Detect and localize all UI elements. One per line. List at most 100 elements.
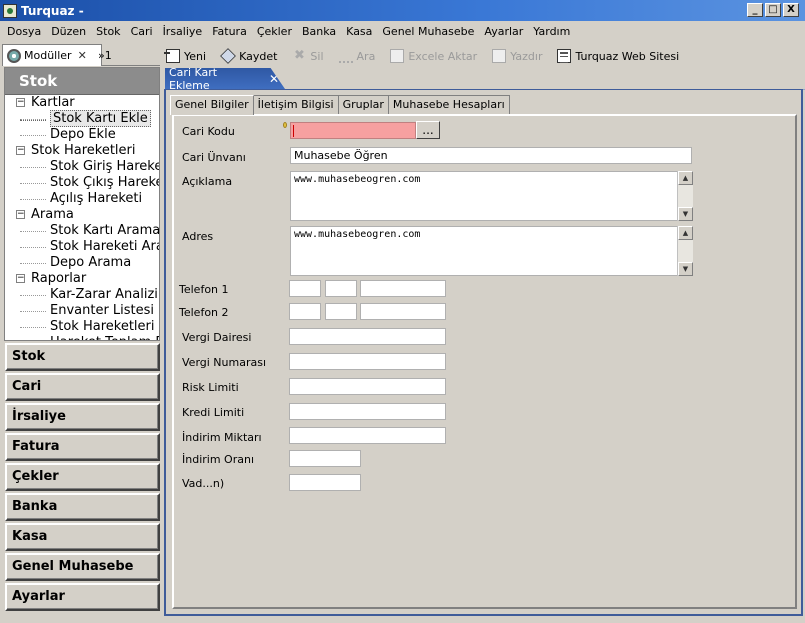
menu-cari[interactable]: Cari <box>126 25 158 38</box>
tab-genel-bilgiler[interactable]: Genel Bilgiler <box>170 95 254 115</box>
collapse-icon[interactable]: − <box>16 98 25 107</box>
adres-textarea[interactable]: www.muhasebeogren.com <box>290 226 678 276</box>
aciklama-textarea[interactable]: www.muhasebeogren.com <box>290 171 678 221</box>
risk-limiti-input[interactable] <box>289 378 446 395</box>
telefon2-country-code[interactable] <box>289 303 321 320</box>
toolbar: Yeni Kaydet ✖ Sil Ara Excele Aktar Yazdır… <box>164 44 805 68</box>
close-icon[interactable]: ✕ <box>78 49 87 62</box>
tree-group[interactable]: − Raporlar <box>5 271 159 287</box>
tree-item[interactable]: Stok Çıkış Hareketi <box>5 175 159 191</box>
collapse-icon[interactable]: − <box>16 210 25 219</box>
tree-group[interactable]: − Arama <box>5 207 159 223</box>
menu-genel-muhasebe[interactable]: Genel Muhasebe <box>377 25 479 38</box>
maximize-button[interactable]: □ <box>765 3 781 17</box>
new-button[interactable]: Yeni <box>164 49 206 63</box>
module-button[interactable]: Kasa <box>5 523 160 551</box>
menu-stok[interactable]: Stok <box>91 25 125 38</box>
cari-kodu-input[interactable] <box>290 122 416 139</box>
module-button-list: Stok Cari İrsaliye Fatura Çekler Banka Kasa Gen… <box>5 343 160 613</box>
menu-fatura[interactable]: Fatura <box>207 25 252 38</box>
module-button[interactable]: Fatura <box>5 433 160 461</box>
tab-modules[interactable]: Modüller ✕ <box>2 44 102 66</box>
editor-tab-strip: Cari Kart Ekleme ✕ <box>164 68 805 90</box>
tree-item[interactable]: Açılış Hareketi <box>5 191 159 207</box>
tree-group[interactable]: − Kartlar <box>5 95 159 111</box>
telefon1-country-code[interactable] <box>289 280 321 297</box>
module-button[interactable]: Banka <box>5 493 160 521</box>
close-tab-icon[interactable]: ✕ <box>269 72 279 86</box>
tree-item[interactable]: Stok Kartı Arama <box>5 223 159 239</box>
collapse-icon[interactable]: − <box>16 146 25 155</box>
module-button[interactable]: Çekler <box>5 463 160 491</box>
module-button[interactable]: Ayarlar <box>5 583 160 611</box>
delete-button[interactable]: ✖ Sil <box>290 49 324 63</box>
print-button[interactable]: Yazdır <box>490 49 542 63</box>
scroll-up-icon[interactable]: ▲ <box>678 171 693 185</box>
adres-scrollbar[interactable]: ▲ ▼ <box>677 226 693 276</box>
tree-item-label: Raporlar <box>31 271 87 286</box>
kredi-limiti-input[interactable] <box>289 403 446 420</box>
tree-item[interactable]: Envanter Listesi <box>5 303 159 319</box>
search-icon <box>338 49 353 63</box>
cari-unvani-input[interactable]: Muhasebe Öğren <box>290 147 692 164</box>
scroll-down-icon[interactable]: ▼ <box>678 207 693 221</box>
tab-gruplar[interactable]: Gruplar <box>337 95 389 114</box>
tab-overflow[interactable]: »1 <box>94 44 134 66</box>
tree-item-label: Stok Hareketi Arama <box>50 239 159 254</box>
tree-item-label: Depo Ekle <box>50 127 116 142</box>
module-button[interactable]: İrsaliye <box>5 403 160 431</box>
tab-modules-label: Modüller <box>24 49 72 62</box>
menu-irsaliye[interactable]: İrsaliye <box>158 25 208 38</box>
tree-item[interactable]: Depo Arama <box>5 255 159 271</box>
menu-dosya[interactable]: Dosya <box>2 25 46 38</box>
tree-item[interactable]: Stok Hareketleri Raporu <box>5 319 159 335</box>
tree-item[interactable]: Hareket Toplam Raporu <box>5 335 159 340</box>
minimize-button[interactable]: _ <box>747 3 763 17</box>
menu-kasa[interactable]: Kasa <box>341 25 377 38</box>
cari-kodu-browse-button[interactable]: ... <box>416 121 440 139</box>
aciklama-scrollbar[interactable]: ▲ ▼ <box>677 171 693 221</box>
required-indicator-icon <box>283 122 287 128</box>
menu-banka[interactable]: Banka <box>297 25 341 38</box>
tree-item[interactable]: Stok Giriş Hareketi <box>5 159 159 175</box>
tree-group[interactable]: − Stok Hareketleri <box>5 143 159 159</box>
telefon1-number[interactable] <box>360 280 446 297</box>
module-button[interactable]: Genel Muhasebe <box>5 553 160 581</box>
module-button[interactable]: Cari <box>5 373 160 401</box>
telefon1-area-code[interactable] <box>325 280 357 297</box>
indirim-miktari-input[interactable] <box>289 427 446 444</box>
module-tree: − Kartlar Stok Kartı Ekle Depo Ekle − Stok Ha… <box>5 95 159 340</box>
module-button[interactable]: Stok <box>5 343 160 371</box>
tree-item[interactable]: Stok Kartı Ekle <box>5 110 159 127</box>
scroll-up-icon[interactable]: ▲ <box>678 226 693 240</box>
website-button[interactable]: Turquaz Web Sitesi <box>555 49 679 63</box>
indirim-miktari-label: İndirim Miktarı <box>182 431 262 444</box>
telefon2-area-code[interactable] <box>325 303 357 320</box>
tree-item[interactable]: Kar-Zarar Analizi <box>5 287 159 303</box>
tree-item-label: Kartlar <box>31 95 75 110</box>
indirim-orani-input[interactable] <box>289 450 361 467</box>
scroll-down-icon[interactable]: ▼ <box>678 262 693 276</box>
vergi-dairesi-input[interactable] <box>289 328 446 345</box>
save-button[interactable]: Kaydet <box>219 48 277 64</box>
vergi-numarasi-input[interactable] <box>289 353 446 370</box>
menu-cekler[interactable]: Çekler <box>252 25 297 38</box>
website-button-label: Turquaz Web Sitesi <box>575 49 680 63</box>
tab-muhasebe-hesaplari[interactable]: Muhasebe Hesapları <box>387 95 510 114</box>
tree-connector <box>20 183 46 184</box>
tree-item[interactable]: Stok Hareketi Arama <box>5 239 159 255</box>
menu-ayarlar[interactable]: Ayarlar <box>479 25 528 38</box>
telefon2-number[interactable] <box>360 303 446 320</box>
excel-export-button[interactable]: Excele Aktar <box>388 49 477 63</box>
cari-unvani-label: Cari Ünvanı <box>182 151 246 164</box>
menu-yardim[interactable]: Yardım <box>528 25 575 38</box>
menu-duzen[interactable]: Düzen <box>46 25 91 38</box>
collapse-icon[interactable]: − <box>16 274 25 283</box>
tab-cari-kart-ekleme[interactable]: Cari Kart Ekleme ✕ <box>165 68 285 89</box>
close-button[interactable]: X <box>783 3 799 17</box>
tab-iletisim-bilgisi[interactable]: İletişim Bilgisi <box>252 95 339 114</box>
tree-item[interactable]: Depo Ekle <box>5 127 159 143</box>
tree-connector <box>20 311 46 312</box>
vade-input[interactable] <box>289 474 361 491</box>
search-button[interactable]: Ara <box>337 49 375 63</box>
